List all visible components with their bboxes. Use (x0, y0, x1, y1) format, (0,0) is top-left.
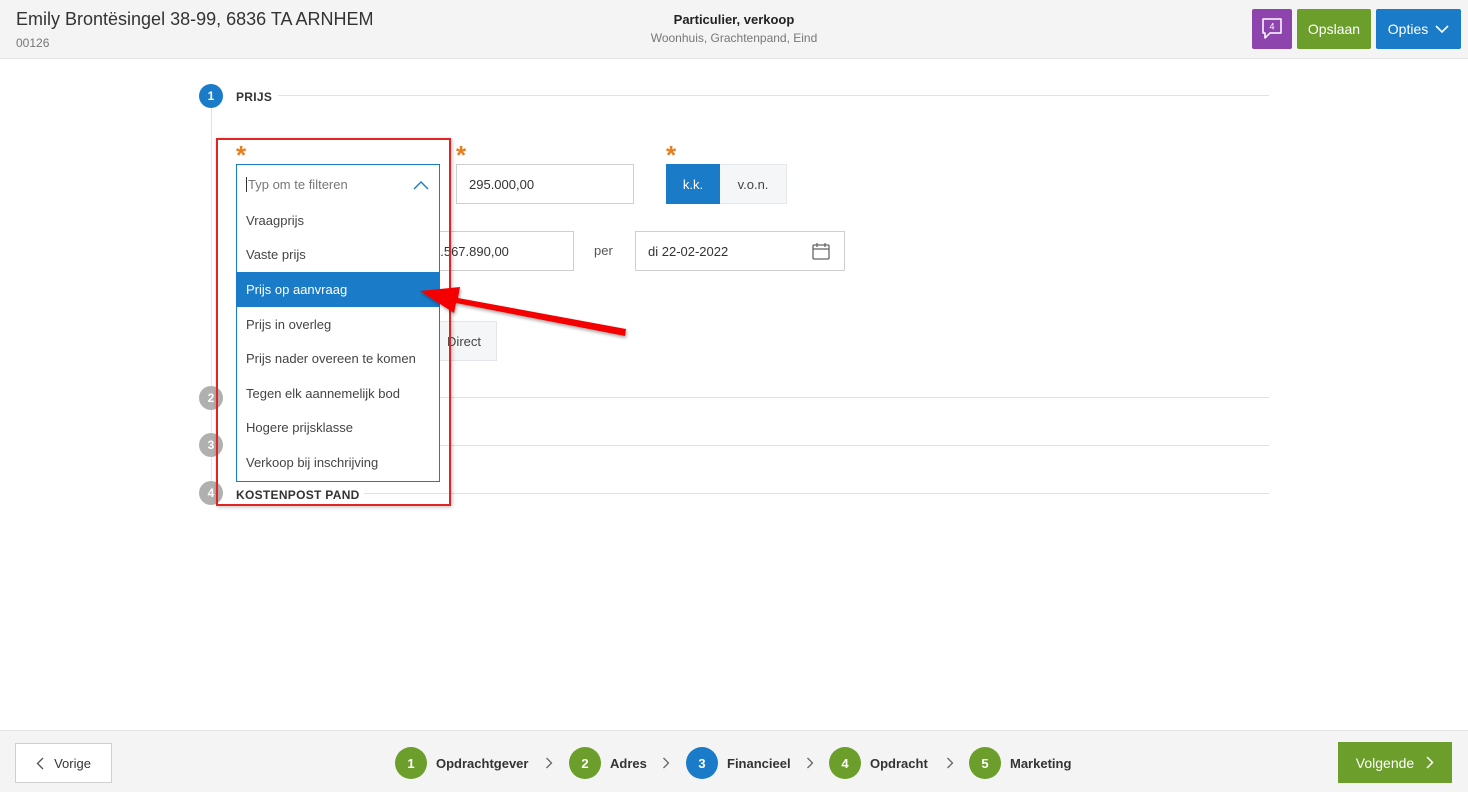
option-prijs-in-overleg[interactable]: Prijs in overleg (237, 307, 439, 342)
property-id: 00126 (16, 36, 50, 50)
section-4-number: 4 (199, 481, 223, 505)
second-price-value: 4.567.890,00 (433, 243, 509, 259)
wizard-step-number: 2 (569, 747, 601, 779)
option-vaste-prijs[interactable]: Vaste prijs (237, 238, 439, 273)
von-toggle-button[interactable]: v.o.n. (720, 164, 787, 204)
price-type-dropdown-list: Vraagprijs Vaste prijs Prijs op aanvraag… (236, 203, 440, 482)
property-subtype: Woonhuis, Grachtenpand, Eind (650, 31, 818, 45)
section-2-number: 2 (199, 386, 223, 410)
property-type-info: Particulier, verkoop Woonhuis, Grachtenp… (534, 12, 934, 45)
next-button[interactable]: Volgende (1338, 742, 1452, 783)
wizard-step-label: Financieel (727, 755, 791, 771)
property-type: Particulier, verkoop (673, 12, 795, 27)
required-marker: * (456, 140, 467, 170)
filter-placeholder: Typ om te filteren (248, 176, 348, 192)
options-label: Opties (1387, 21, 1429, 37)
chat-bubble-icon: 4 (1262, 18, 1282, 39)
chat-button[interactable]: 4 (1252, 9, 1292, 49)
option-hogere-prijsklasse[interactable]: Hogere prijsklasse (237, 411, 439, 446)
wizard-step-marketing[interactable]: 5 Marketing (969, 747, 1071, 779)
chevron-right-icon (1426, 756, 1434, 769)
option-vraagprijs[interactable]: Vraagprijs (237, 203, 439, 238)
next-label: Volgende (1355, 754, 1415, 771)
chevron-down-icon (1435, 25, 1449, 34)
section-2-divider (440, 397, 1269, 398)
text-caret (246, 176, 247, 192)
wizard-step-opdrachtgever[interactable]: 1 Opdrachtgever (395, 747, 528, 779)
option-tegen-elk-bod[interactable]: Tegen elk aannemelijk bod (237, 376, 439, 411)
required-marker: * (666, 140, 677, 170)
previous-label: Vorige (54, 755, 91, 771)
property-address: Emily Brontësingel 38-99, 6836 TA ARNHEM (16, 9, 374, 29)
chevron-right-icon (947, 757, 954, 769)
kk-toggle-button[interactable]: k.k. (666, 164, 720, 204)
option-verkoop-inschrijving[interactable]: Verkoop bij inschrijving (237, 445, 439, 480)
wizard-step-opdracht[interactable]: 4 Opdracht (829, 747, 928, 779)
save-button[interactable]: Opslaan (1297, 9, 1371, 49)
chevron-up-icon[interactable] (413, 180, 429, 190)
section-1-divider (278, 95, 1269, 96)
wizard-step-financieel[interactable]: 3 Financieel (686, 747, 791, 779)
wizard-step-label: Opdrachtgever (436, 755, 529, 771)
section-3-divider (440, 445, 1269, 446)
calendar-icon[interactable] (811, 241, 831, 261)
date-value: di 22-02-2022 (648, 243, 729, 259)
option-prijs-nader-overeen[interactable]: Prijs nader overeen te komen (237, 341, 439, 376)
red-arrow-annotation (420, 287, 626, 336)
wizard-step-number: 3 (686, 747, 718, 779)
wizard-step-number: 1 (395, 747, 427, 779)
price-input[interactable]: 295.000,00 (456, 164, 634, 204)
wizard-step-number: 4 (829, 747, 861, 779)
top-header: Emily Brontësingel 38-99, 6836 TA ARNHEM… (0, 0, 1468, 59)
wizard-step-number: 5 (969, 747, 1001, 779)
option-prijs-op-aanvraag[interactable]: Prijs op aanvraag (237, 272, 439, 307)
chevron-right-icon (663, 757, 670, 769)
chevron-right-icon (546, 757, 553, 769)
options-button[interactable]: Opties (1376, 9, 1461, 49)
section-4-title[interactable]: KOSTENPOST PAND (236, 488, 360, 502)
chevron-left-icon (36, 757, 44, 769)
wizard-step-adres[interactable]: 2 Adres (569, 747, 647, 779)
section-1-title[interactable]: PRIJS (236, 90, 272, 104)
section-3-number: 3 (199, 433, 223, 457)
price-type-filter-input[interactable]: Typ om te filteren (236, 164, 440, 204)
per-label: per (594, 243, 613, 258)
required-marker: * (236, 140, 247, 170)
chat-count: 4 (1269, 22, 1274, 32)
section-4-divider (364, 493, 1269, 494)
previous-button[interactable]: Vorige (15, 743, 112, 783)
wizard-step-label: Opdracht (870, 755, 928, 771)
wizard-step-label: Marketing (1010, 755, 1072, 771)
second-price-input[interactable]: 4.567.890,00 (420, 231, 574, 271)
section-1-number: 1 (199, 84, 223, 108)
wizard-footer: Vorige 1 Opdrachtgever 2 Adres 3 Financi… (0, 730, 1468, 792)
date-input[interactable]: di 22-02-2022 (635, 231, 845, 271)
chevron-right-icon (807, 757, 814, 769)
wizard-step-label: Adres (610, 755, 647, 771)
